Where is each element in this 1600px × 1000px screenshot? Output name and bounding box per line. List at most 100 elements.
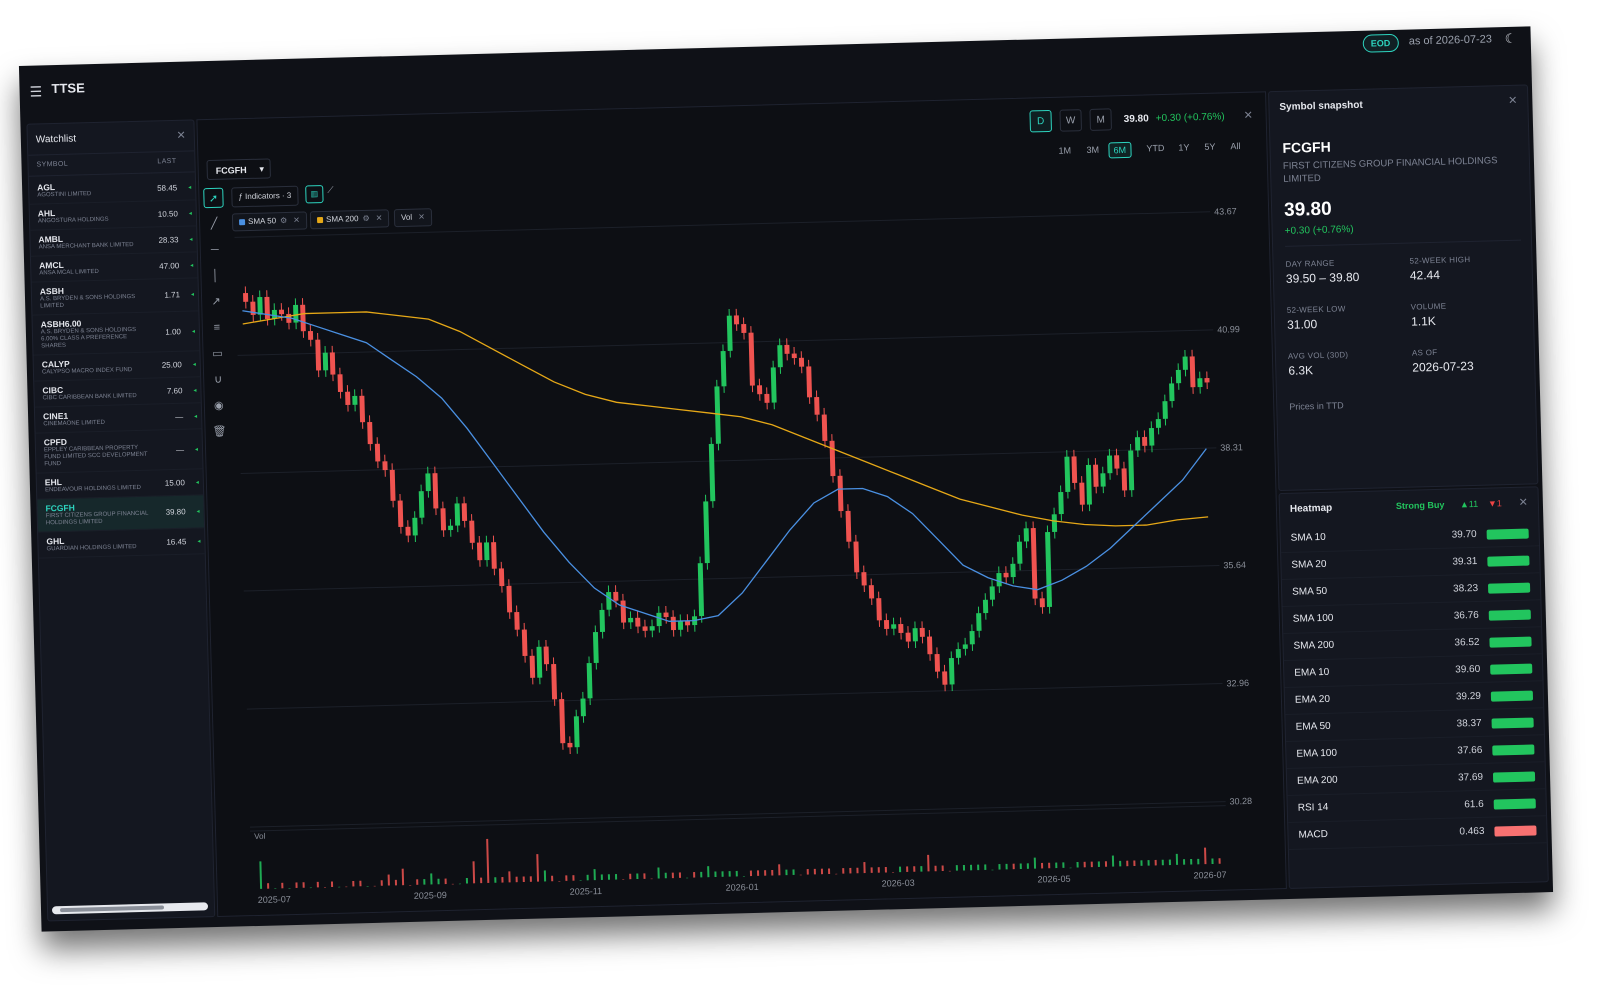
interval-d-button[interactable]: D [1029, 109, 1053, 133]
volume-bar [1175, 853, 1179, 865]
candle-body [264, 296, 270, 319]
chart-close-icon[interactable]: ✕ [1243, 109, 1253, 122]
currency-note: Prices in TTD [1289, 400, 1344, 412]
trend-arrow-icon: ◂ [196, 508, 200, 515]
candle-body [1121, 468, 1128, 491]
candle-body [919, 627, 925, 637]
indicator-name: SMA 10 [1290, 531, 1326, 544]
stat-value: 2026-07-23 [1412, 358, 1474, 375]
volume-bar [572, 875, 575, 881]
volume-bar [714, 871, 717, 878]
candle-body [573, 716, 580, 748]
candle-body [821, 414, 828, 442]
candle-body [454, 503, 461, 526]
volume-bar [536, 854, 540, 882]
volume-bar [899, 866, 902, 873]
interval-m-button[interactable]: M [1089, 108, 1112, 131]
volume-bar [309, 887, 312, 889]
signal-bar [1489, 636, 1532, 648]
candle-body [559, 699, 566, 744]
candle-body [580, 698, 586, 717]
interval-w-button[interactable]: W [1059, 109, 1082, 132]
theme-toggle-moon-icon[interactable]: ☾ [1505, 31, 1517, 47]
signal-bar [1494, 825, 1537, 837]
candle-body [352, 395, 358, 405]
volume-bar [1133, 860, 1136, 867]
eye-icon[interactable]: ◉ [209, 396, 230, 417]
indicator-value: 0.463 [1459, 825, 1485, 838]
signal-bar [1492, 744, 1535, 756]
volume-bar [1111, 855, 1115, 867]
candle-body [389, 469, 396, 501]
watchlist-row[interactable]: CPFD EPPLEY CARIBBEAN PROPERTY FUND LIMIT… [35, 429, 203, 474]
signal-bar [1488, 609, 1531, 621]
trash-icon[interactable]: 🗑 [209, 422, 230, 443]
horizontal-line-icon[interactable]: ─ [205, 240, 226, 261]
stat-value: 39.50 – 39.80 [1285, 269, 1360, 286]
candle-body [359, 395, 366, 423]
app-title: TTSE [51, 80, 85, 97]
vertical-line-icon[interactable]: │ [205, 266, 226, 287]
volume-bar [451, 883, 454, 885]
volume-bar [1161, 859, 1164, 866]
candle-body [703, 501, 710, 564]
signal-bar [1487, 582, 1531, 594]
volume-bar [593, 869, 596, 881]
candle-body [663, 612, 669, 618]
volume-bar [728, 871, 731, 877]
candle-body [955, 648, 961, 658]
volume-bar [650, 878, 653, 880]
volume-bar [316, 881, 319, 888]
watchlist-company-name: A.S. BRYDEN & SONS HOLDINGS LIMITED [39, 293, 136, 310]
y-tick-label: 38.31 [1220, 442, 1243, 453]
fib-icon[interactable]: ≡ [207, 318, 228, 339]
watchlist-company-name: CINEMAONE LIMITED [43, 419, 106, 428]
volume-bar [920, 866, 923, 872]
snapshot-title: Symbol snapshot [1279, 99, 1363, 113]
hamburger-menu-icon[interactable]: ☰ [29, 83, 42, 100]
indicator-value: 39.70 [1451, 528, 1477, 541]
volume-bar [991, 869, 994, 871]
trend-line-icon[interactable]: ╱ [204, 214, 225, 235]
volume-bar [742, 876, 745, 877]
heatmap-up-count: ▲11 [1459, 498, 1479, 510]
snapshot-close-icon[interactable]: ✕ [1508, 94, 1518, 107]
volume-bar [1069, 867, 1072, 869]
magnet-icon[interactable]: ∪ [208, 370, 229, 391]
watchlist-row[interactable]: FCGFH FIRST CITIZENS GROUP FINANCIAL HOLD… [37, 495, 205, 533]
stat-volume: VOLUME 1.1K [1411, 300, 1522, 329]
signal-bar [1490, 663, 1533, 675]
heatmap-close-icon[interactable]: ✕ [1518, 496, 1528, 509]
watchlist-row[interactable]: GHL GUARDIAN HOLDINGS LIMITED 16.45 ◂ [38, 528, 205, 559]
candle-body [374, 443, 381, 462]
watchlist-horizontal-scrollbar[interactable] [51, 902, 209, 915]
ray-icon[interactable]: ↗ [206, 292, 227, 313]
stat-label: VOLUME [1410, 301, 1447, 312]
candle-body [425, 473, 431, 492]
volume-bar [1126, 860, 1129, 867]
symbol-select-value: FCGFH [215, 165, 247, 176]
candle-body [976, 613, 982, 631]
trend-arrow-icon: ◂ [192, 361, 196, 368]
volume-bar [735, 870, 738, 877]
volume-bar [629, 873, 632, 880]
volume-bar [806, 869, 809, 875]
watchlist-row[interactable]: ASBH A.S. BRYDEN & SONS HOLDINGS LIMITED 1… [31, 278, 199, 316]
scrollbar-thumb[interactable] [59, 905, 165, 913]
volume-bar [1140, 860, 1143, 866]
candle-body [927, 636, 933, 655]
rectangle-icon[interactable]: ▭ [207, 344, 228, 365]
volume-bar [579, 880, 582, 882]
candle-body [962, 644, 968, 649]
candle-body [996, 572, 1002, 587]
price-chart[interactable]: 43.67 40.99 38.31 35.64 32.96 30.28 Vol 2025-07… [229, 151, 1278, 908]
volume-bar [387, 874, 390, 886]
watchlist-close-icon[interactable]: ✕ [176, 129, 186, 142]
watchlist-row[interactable]: ASBH6.00 A.S. BRYDEN & SONS HOLDINGS 6.00… [32, 311, 200, 356]
indicator-name: EMA 50 [1295, 720, 1331, 733]
candle-body [278, 309, 285, 315]
volume-bar [458, 883, 461, 885]
candle-body [382, 461, 388, 471]
cursor-icon[interactable]: ➚ [203, 187, 224, 209]
candle-body [1189, 356, 1196, 388]
